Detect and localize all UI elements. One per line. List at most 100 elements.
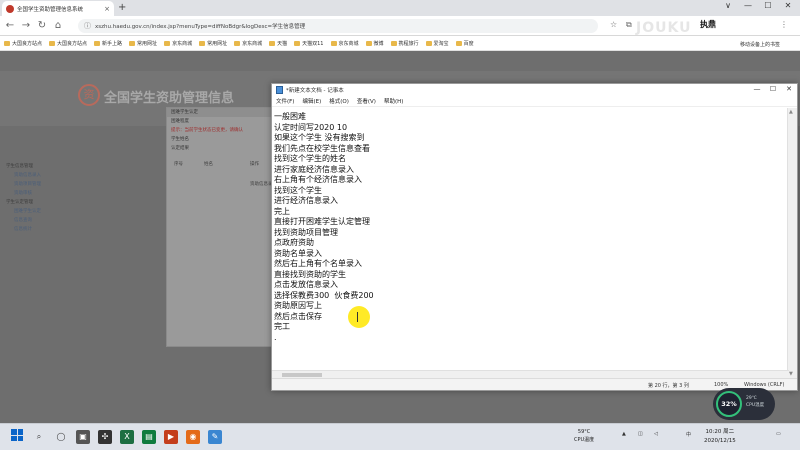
left-navigation-tree: 学生信息管理 资助信息录入 资助项目管理 资助审核 学生认定管理 困难学生认定 信息查询 信息…: [0, 163, 90, 283]
tab-close-icon[interactable]: ×: [104, 5, 110, 13]
network-icon[interactable]: ◫: [638, 431, 643, 437]
tree-item[interactable]: 资助信息录入: [0, 172, 90, 181]
home-icon[interactable]: ⌂: [52, 20, 64, 31]
clock-date: 2020/12/15: [704, 438, 736, 444]
dialog-field: 困难程度: [171, 119, 189, 124]
windows-start-icon[interactable]: [11, 429, 23, 441]
bookmark-item[interactable]: 京东商城: [234, 40, 262, 47]
folder-icon: [129, 40, 136, 46]
star-icon[interactable]: ☆: [610, 20, 617, 29]
bookmark-item[interactable]: 微博: [365, 40, 384, 47]
notepad-minimize-button[interactable]: —: [750, 85, 764, 93]
tree-item[interactable]: 信息查询: [0, 217, 90, 226]
folder-icon: [269, 40, 276, 46]
scroll-up-icon[interactable]: ▲: [789, 109, 793, 115]
spreadsheet-icon[interactable]: ▤: [142, 430, 156, 444]
bookmark-label: 常用网址: [207, 40, 228, 47]
close-window-button[interactable]: ✕: [780, 1, 796, 10]
horizontal-scroll-thumb[interactable]: [282, 373, 322, 377]
notepad-menu-bar: 文件(F) 编辑(E) 格式(O) 查看(V) 帮助(H): [272, 96, 797, 107]
bookmark-item[interactable]: 携程旅行: [390, 40, 419, 47]
new-tab-button[interactable]: +: [118, 2, 126, 13]
app-icon[interactable]: ▣: [76, 430, 90, 444]
notepad-menu-item[interactable]: 查看(V): [357, 97, 376, 105]
bookmark-item[interactable]: 天猫: [269, 40, 287, 47]
dialog-title: 困难学生认定: [167, 108, 271, 117]
bookmark-item[interactable]: 大国良方站点: [49, 40, 87, 47]
bookmark-label: 百度: [463, 40, 474, 47]
bookmark-item[interactable]: 百度: [455, 40, 474, 47]
excel-icon[interactable]: X: [120, 430, 134, 444]
ime-indicator[interactable]: 中: [686, 431, 691, 438]
notepad-vertical-scrollbar[interactable]: ▲ ▼: [787, 108, 797, 378]
notepad-maximize-button[interactable]: ☐: [766, 85, 780, 93]
bookmark-item[interactable]: 常用网址: [199, 40, 227, 47]
notepad-menu-item[interactable]: 编辑(E): [302, 97, 321, 105]
folder-icon: [164, 40, 171, 46]
notepad-horizontal-scrollbar[interactable]: [272, 370, 789, 378]
folder-icon: [425, 40, 432, 46]
notepad-menu-item[interactable]: 帮助(H): [384, 97, 403, 105]
text-line: 资助名单录入: [274, 248, 322, 258]
mobile-bookmarks-folder[interactable]: 移动设备上的书签: [740, 41, 780, 48]
tree-item[interactable]: 困难学生认定: [0, 208, 90, 217]
tree-item[interactable]: 学生信息管理: [0, 163, 90, 172]
bookmark-item[interactable]: 爱淘宝: [425, 40, 449, 47]
video-app-icon[interactable]: ▶: [164, 430, 178, 444]
site-favicon-icon: [6, 4, 14, 13]
performance-widget[interactable]: 32% 29℃ CPU温度: [713, 388, 775, 420]
tree-item[interactable]: 学生认定管理: [0, 199, 90, 208]
bookmark-item[interactable]: 天猫双11: [294, 40, 324, 47]
tree-item[interactable]: 资助项目管理: [0, 181, 90, 190]
tray-app-icon[interactable]: ▲: [622, 431, 626, 437]
search-icon[interactable]: ⌕: [32, 430, 46, 444]
bookmark-item[interactable]: 常用网址: [129, 40, 157, 47]
video-watermark: JOUKU: [636, 20, 692, 36]
bookmark-item[interactable]: 新手上路: [94, 40, 122, 47]
browser-app-icon[interactable]: ◉: [186, 430, 200, 444]
tree-item[interactable]: 资助审核: [0, 190, 90, 199]
notepad-menu-item[interactable]: 格式(O): [329, 97, 349, 105]
scroll-down-icon[interactable]: ▼: [789, 371, 793, 377]
dialog-field: 学生姓名: [171, 137, 189, 142]
cpu-temp-label: CPU温度: [574, 437, 595, 443]
task-view-icon[interactable]: ◯: [54, 430, 68, 444]
extension-icon[interactable]: ⧉: [626, 20, 632, 30]
browser-tab[interactable]: 全国学生资助管理信息系统 ×: [2, 1, 114, 16]
bookmark-item[interactable]: 京东商城: [164, 40, 192, 47]
background-dialog: 困难学生认定 困难程度 提示：当前学生状态已变更，请确认 学生姓名 认定结果: [166, 107, 272, 347]
system-clock[interactable]: 10:20 周二 2020/12/15: [704, 428, 736, 446]
security-info-icon[interactable]: ⓘ: [84, 21, 91, 31]
bookmark-item[interactable]: 京东商城: [330, 40, 359, 47]
minimize-button[interactable]: —: [740, 1, 756, 10]
tree-item[interactable]: 信息统计: [0, 226, 90, 235]
notification-icon[interactable]: ▭: [776, 431, 781, 437]
notepad-text-area[interactable]: 一般困难 认定时间写2020 10 如果这个学生 没有搜索到 我们先点在校学生信息查看…: [272, 108, 789, 378]
notepad-taskbar-icon[interactable]: ✎: [208, 430, 222, 444]
profile-label[interactable]: 执鼎: [700, 19, 716, 30]
forward-arrow-icon[interactable]: →: [20, 20, 32, 31]
bookmark-label: 大国良方站点: [12, 40, 43, 47]
notepad-window: *新建文本文档 - 记事本 — ☐ ✕ 文件(F) 编辑(E) 格式(O) 查看(V)…: [271, 83, 798, 391]
text-line: 找到资助项目管理: [274, 227, 338, 237]
notepad-menu-item[interactable]: 文件(F): [276, 97, 294, 105]
folder-icon: [455, 40, 462, 46]
back-arrow-icon[interactable]: ←: [4, 20, 16, 31]
volume-icon[interactable]: ◁: [654, 431, 658, 437]
bookmark-label: 新手上路: [102, 40, 123, 47]
notepad-close-button[interactable]: ✕: [782, 85, 796, 93]
cpu-temp-indicator[interactable]: 59°C CPU温度: [574, 428, 594, 444]
text-line: .: [274, 332, 277, 342]
maximize-button[interactable]: ☐: [760, 1, 776, 10]
menu-dots-icon[interactable]: ⋮: [780, 20, 788, 29]
notepad-status-bar: 第 20 行，第 3 列 100% Windows (CRLF): [272, 378, 797, 390]
browser-tab-bar: 全国学生资助管理信息系统 × + ∨ — ☐ ✕: [0, 0, 800, 16]
address-bar[interactable]: ⓘ xszhu.haedu.gov.cn/index.jsp?menuType=…: [78, 19, 598, 33]
bookmark-item[interactable]: 大国良方站点: [4, 40, 42, 47]
reload-icon[interactable]: ↻: [36, 20, 48, 31]
bookmarks-bar: 大国良方站点 大国良方站点 新手上路 常用网址 京东商城 常用网址 京东商城 天猫 天猫双11 京…: [0, 36, 800, 51]
tab-search-icon[interactable]: ∨: [720, 1, 736, 10]
performance-info: 29℃ CPU温度: [746, 395, 764, 409]
text-line: 选择保教费300 伙食费200: [274, 290, 374, 300]
media-app-icon[interactable]: ✣: [98, 430, 112, 444]
